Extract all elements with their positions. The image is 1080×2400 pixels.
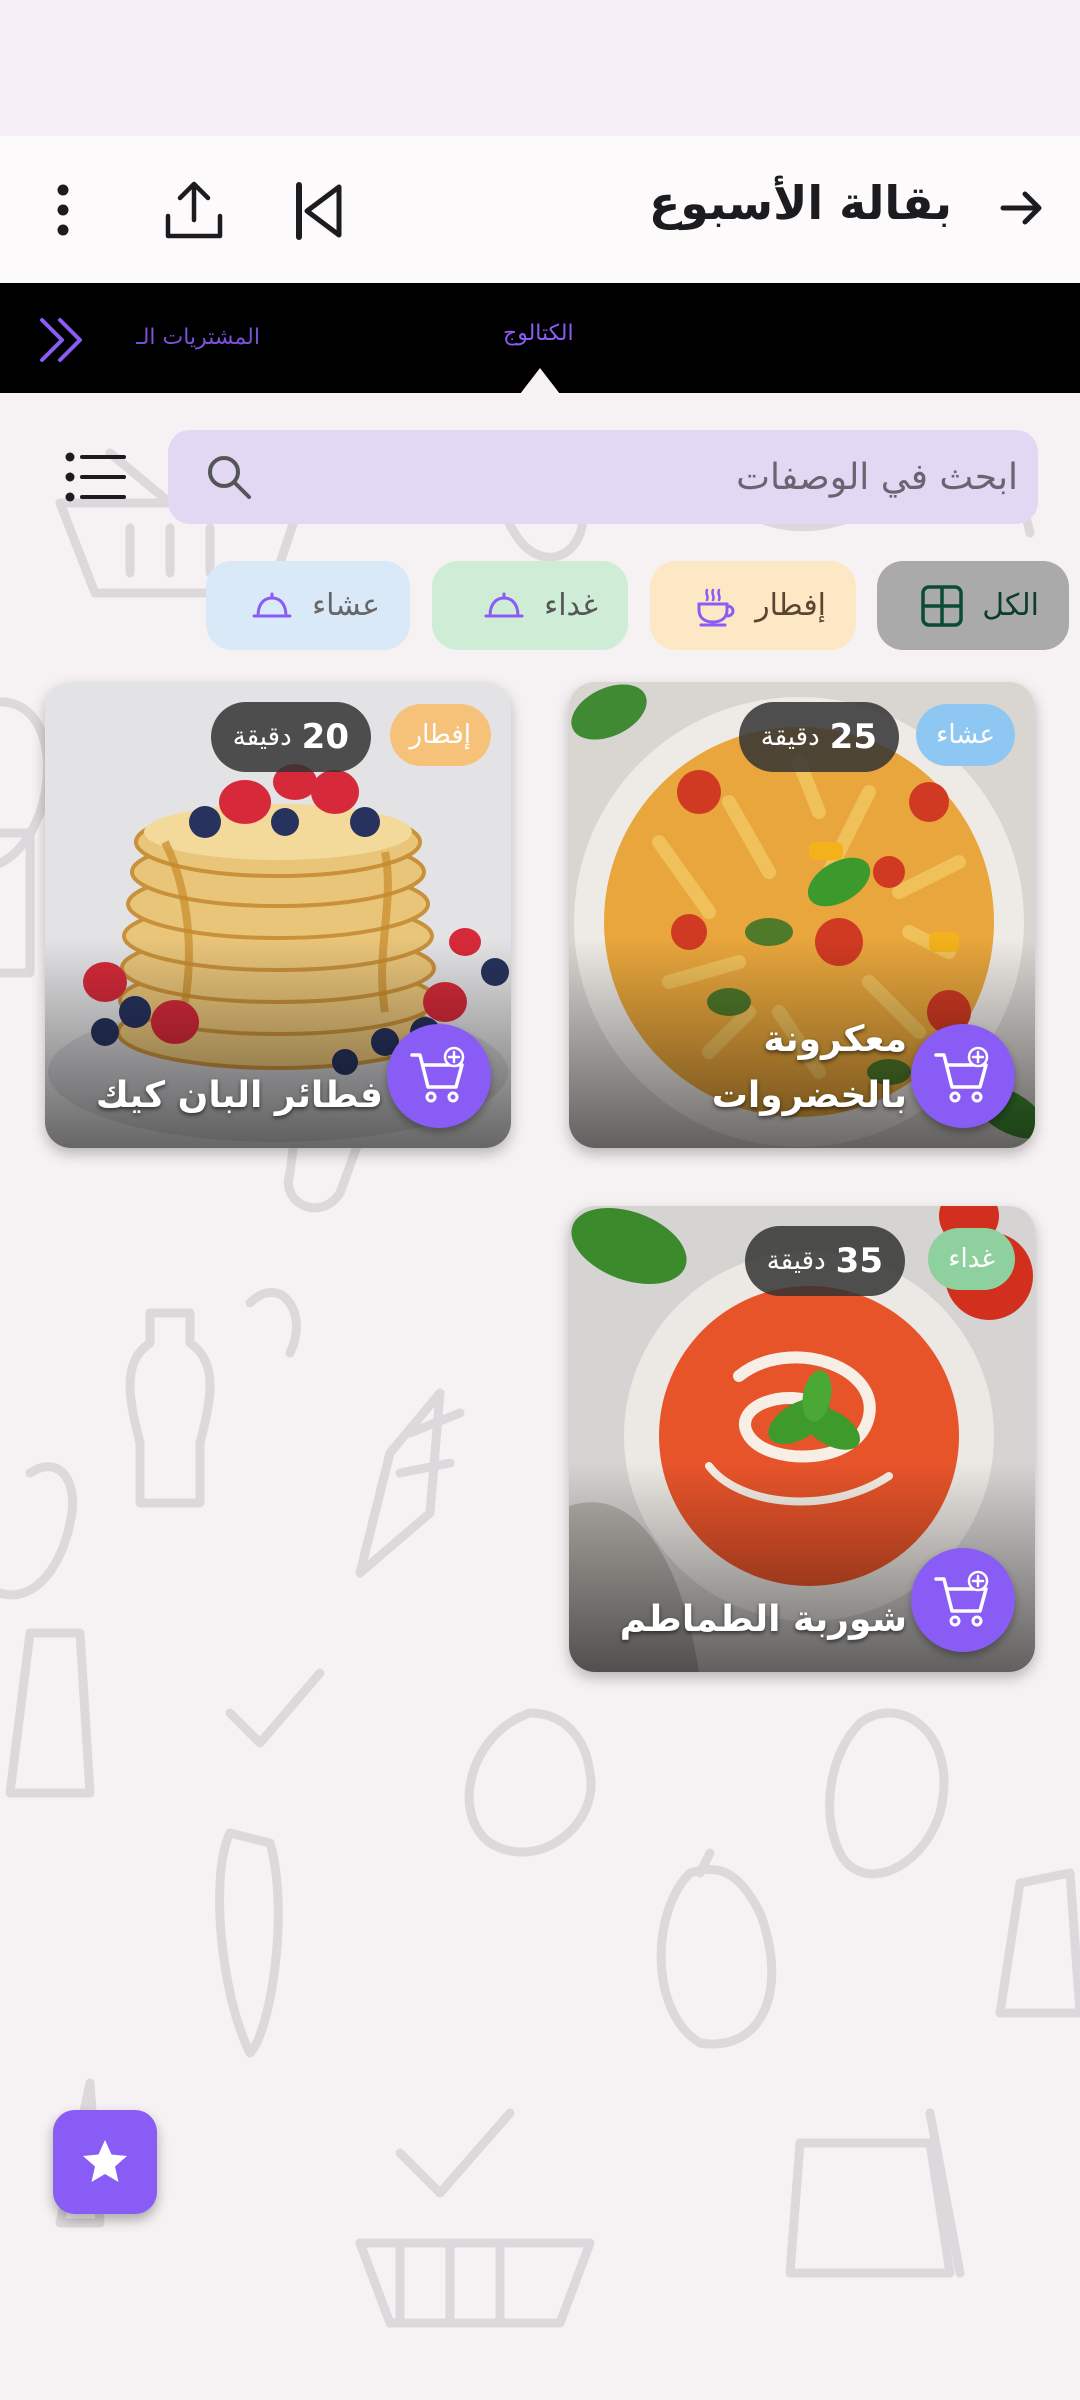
top-app-bar: بقالة الأسبوع bbox=[0, 136, 1080, 284]
skip-first-button[interactable] bbox=[282, 176, 352, 246]
time-badge-minutes: 20 bbox=[301, 717, 349, 757]
recipe-card-pasta[interactable]: عشاء 25 دقيقة معكرونة بالخضروات bbox=[569, 682, 1035, 1148]
star-icon bbox=[83, 2140, 127, 2182]
time-badge-minutes: 35 bbox=[835, 1241, 883, 1281]
recipe-title: شوربة الطماطم bbox=[619, 1599, 907, 1640]
search-input[interactable] bbox=[288, 430, 1018, 524]
tab-purchases[interactable]: المشتريات الـ bbox=[132, 325, 260, 350]
filter-chip-all-label: الكل bbox=[982, 588, 1039, 623]
tab-catalog[interactable]: الكتالوج bbox=[503, 321, 574, 346]
share-button[interactable] bbox=[158, 174, 230, 246]
time-badge-unit: دقيقة bbox=[766, 1246, 826, 1276]
search-icon bbox=[204, 452, 254, 502]
grid-icon bbox=[921, 584, 963, 627]
time-badge: 20 دقيقة bbox=[210, 702, 371, 772]
category-badge-label: عشاء bbox=[936, 720, 995, 750]
recipe-title: معكرونة بالخضروات bbox=[711, 1019, 907, 1116]
category-badge: إفطار bbox=[389, 704, 491, 766]
filter-chip-all[interactable]: الكل bbox=[877, 561, 1069, 650]
list-icon bbox=[65, 452, 126, 502]
filter-chip-dinner-label: عشاء bbox=[312, 588, 380, 623]
more-vert-icon bbox=[57, 184, 69, 236]
time-badge-unit: دقيقة bbox=[232, 722, 292, 752]
tab-indicator bbox=[520, 368, 560, 394]
category-badge: غداء bbox=[928, 1228, 1015, 1290]
add-to-cart-button[interactable] bbox=[911, 1024, 1015, 1128]
page-title: بقالة الأسبوع bbox=[648, 176, 952, 230]
list-view-button[interactable] bbox=[60, 446, 132, 508]
cloche-icon bbox=[484, 592, 524, 617]
tab-purchases-label: المشتريات الـ bbox=[136, 325, 260, 350]
cloche-icon bbox=[252, 592, 292, 617]
filter-chip-breakfast-label: إفطار bbox=[755, 588, 826, 623]
cart-plus-icon bbox=[934, 1046, 989, 1103]
recipe-title: فطائر البان كيك bbox=[95, 1075, 383, 1116]
cart-plus-icon bbox=[934, 1570, 989, 1627]
favorites-fab[interactable] bbox=[53, 2110, 157, 2214]
time-badge: 35 دقيقة bbox=[744, 1226, 905, 1296]
coffee-cup-icon bbox=[697, 588, 735, 626]
category-badge-label: إفطار bbox=[409, 720, 471, 750]
add-to-cart-button[interactable] bbox=[387, 1024, 491, 1128]
search-bar bbox=[168, 430, 1038, 524]
share-icon bbox=[165, 181, 223, 239]
time-badge-minutes: 25 bbox=[829, 717, 877, 757]
arrow-right-icon bbox=[1000, 191, 1042, 225]
tab-catalog-label: الكتالوج bbox=[503, 321, 574, 346]
time-badge-unit: دقيقة bbox=[760, 722, 820, 752]
double-chevron-right-icon bbox=[40, 318, 82, 362]
filter-chip-lunch[interactable]: غداء bbox=[432, 561, 628, 650]
filter-chip-breakfast[interactable]: إفطار bbox=[650, 561, 856, 650]
recipe-card-tomato-soup[interactable]: غداء 35 دقيقة شوربة الطماطم bbox=[569, 1206, 1035, 1672]
add-to-cart-button[interactable] bbox=[911, 1548, 1015, 1652]
scroll-tabs-button[interactable] bbox=[36, 313, 90, 367]
more-options-button[interactable] bbox=[40, 174, 86, 246]
category-badge-label: غداء bbox=[948, 1244, 995, 1274]
status-bar bbox=[0, 0, 1080, 136]
filter-chip-lunch-label: غداء bbox=[544, 588, 598, 623]
cart-plus-icon bbox=[410, 1046, 465, 1103]
filter-chip-dinner[interactable]: عشاء bbox=[206, 561, 410, 650]
skip-first-icon bbox=[296, 182, 342, 240]
time-badge: 25 دقيقة bbox=[738, 702, 899, 772]
back-button[interactable] bbox=[992, 178, 1052, 238]
category-badge: عشاء bbox=[916, 704, 1015, 766]
recipe-card-pancakes[interactable]: إفطار 20 دقيقة فطائر البان كيك bbox=[45, 682, 511, 1148]
